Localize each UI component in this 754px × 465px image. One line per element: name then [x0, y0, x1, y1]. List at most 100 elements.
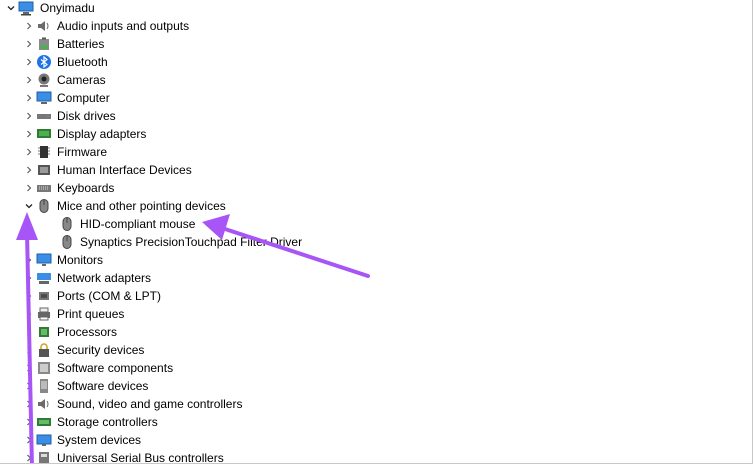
annotation-arrowhead-expand [16, 212, 38, 240]
tree-item-software-components[interactable]: Software components [22, 359, 173, 377]
tree-item-label: Mice and other pointing devices [57, 199, 226, 213]
tree-item-label: Batteries [57, 37, 105, 51]
tree-item-network-adapters[interactable]: Network adapters [22, 269, 151, 287]
tree-item-label: Print queues [57, 307, 125, 321]
tree-item-synaptics-precisiontouchpad-filter-driver[interactable]: Synaptics PrecisionTouchpad Filter Drive… [59, 233, 302, 251]
processor-icon [39, 327, 49, 337]
computer-icon [36, 91, 52, 104]
tree-item-label: Computer [57, 91, 110, 105]
chevron-right-icon[interactable] [22, 413, 36, 431]
chevron-right-icon[interactable] [22, 377, 36, 395]
chevron-right-icon[interactable] [22, 251, 36, 269]
tree-item-label: Bluetooth [57, 55, 108, 69]
software-component-icon [38, 362, 50, 374]
tree-item-label: Network adapters [57, 271, 152, 285]
printer-icon [38, 307, 50, 321]
tree-item-label: Cameras [57, 73, 106, 87]
tree-item-label: Software devices [57, 379, 149, 393]
tree-item-batteries[interactable]: Batteries [22, 35, 104, 53]
tree-item-label: Audio inputs and outputs [57, 19, 190, 33]
storage-controller-icon [37, 418, 51, 426]
display-adapter-icon [37, 129, 51, 138]
tree-item-firmware[interactable]: Firmware [22, 143, 107, 161]
chevron-right-icon[interactable] [22, 71, 36, 89]
tree-item-audio-inputs-and-outputs[interactable]: Audio inputs and outputs [22, 17, 189, 35]
tree-item-security-devices[interactable]: Security devices [22, 341, 144, 359]
tree-item-computer[interactable]: Computer [22, 89, 110, 107]
tree-item-label: Ports (COM & LPT) [57, 289, 162, 303]
chevron-right-icon[interactable] [22, 53, 36, 71]
mouse-icon [62, 217, 72, 231]
system-device-icon [36, 434, 52, 446]
tree-item-label: Storage controllers [57, 415, 158, 429]
port-icon [39, 292, 49, 300]
tree-item-hid-compliant-mouse[interactable]: HID-compliant mouse [59, 215, 195, 233]
tree-item-bluetooth[interactable]: Bluetooth [22, 53, 108, 71]
tree-item-label: Synaptics PrecisionTouchpad Filter Drive… [80, 235, 303, 249]
chevron-right-icon[interactable] [22, 323, 36, 341]
tree-item-disk-drives[interactable]: Disk drives [22, 107, 116, 125]
chevron-right-icon[interactable] [22, 359, 36, 377]
chevron-right-icon[interactable] [22, 305, 36, 323]
chevron-right-icon[interactable] [22, 17, 36, 35]
tree-item-monitors[interactable]: Monitors [22, 251, 103, 269]
tree-item-sound-video-and-game-controllers[interactable]: Sound, video and game controllers [22, 395, 242, 413]
chevron-right-icon[interactable] [22, 35, 36, 53]
tree-item-human-interface-devices[interactable]: Human Interface Devices [22, 161, 192, 179]
usb-controller-icon [39, 452, 49, 463]
tree-item-label: Display adapters [57, 127, 147, 141]
security-device-icon [39, 343, 49, 357]
computer-root-icon [18, 1, 34, 16]
chevron-right-icon[interactable] [22, 143, 36, 161]
tree-item-label: Onyimadu [40, 1, 95, 15]
tree-root-onyimadu[interactable]: Onyimadu [4, 0, 95, 17]
mouse-icon [62, 235, 72, 249]
tree-item-keyboards[interactable]: Keyboards [22, 179, 114, 197]
chevron-right-icon[interactable] [22, 107, 36, 125]
monitor-icon [36, 253, 52, 266]
tree-item-label: Software components [57, 361, 174, 375]
tree-item-universal-serial-bus-controllers[interactable]: Universal Serial Bus controllers [22, 449, 224, 464]
chevron-right-icon[interactable] [22, 395, 36, 413]
tree-item-storage-controllers[interactable]: Storage controllers [22, 413, 158, 431]
network-adapter-icon [37, 273, 51, 284]
camera-icon [38, 73, 50, 87]
tree-item-display-adapters[interactable]: Display adapters [22, 125, 146, 143]
tree-item-label: Universal Serial Bus controllers [57, 451, 224, 464]
software-device-icon [40, 379, 48, 393]
chevron-right-icon[interactable] [22, 179, 36, 197]
bluetooth-icon [37, 55, 51, 69]
tree-item-mice-and-other-pointing-devices[interactable]: Mice and other pointing devices [22, 197, 226, 215]
chevron-down-icon[interactable] [4, 0, 18, 17]
tree-item-ports-com-lpt[interactable]: Ports (COM & LPT) [22, 287, 161, 305]
tree-item-print-queues[interactable]: Print queues [22, 305, 124, 323]
chevron-down-icon[interactable] [22, 197, 36, 215]
chevron-right-icon[interactable] [22, 449, 36, 463]
sound-controller-icon [38, 399, 49, 409]
device-manager-tree-panel: Onyimadu Audio inputs and outputs Batterie… [0, 0, 753, 464]
chevron-right-icon[interactable] [22, 431, 36, 449]
firmware-chip-icon [38, 146, 50, 158]
hid-icon [38, 165, 50, 175]
tree-item-software-devices[interactable]: Software devices [22, 377, 148, 395]
chevron-right-icon[interactable] [22, 89, 36, 107]
chevron-right-icon[interactable] [22, 161, 36, 179]
chevron-right-icon[interactable] [22, 341, 36, 359]
tree-item-label: Disk drives [57, 109, 116, 123]
battery-icon [39, 37, 49, 50]
tree-item-label: Monitors [57, 253, 104, 267]
tree-item-label: Security devices [57, 343, 145, 357]
tree-item-label: Human Interface Devices [57, 163, 192, 177]
tree-item-label: Sound, video and game controllers [57, 397, 243, 411]
tree-item-cameras[interactable]: Cameras [22, 71, 106, 89]
tree-item-label: Processors [57, 325, 118, 339]
tree-item-processors[interactable]: Processors [22, 323, 117, 341]
chevron-right-icon[interactable] [22, 125, 36, 143]
keyboard-icon [37, 185, 51, 192]
chevron-right-icon[interactable] [22, 269, 36, 287]
tree-item-system-devices[interactable]: System devices [22, 431, 141, 449]
chevron-right-icon[interactable] [22, 287, 36, 305]
disk-drive-icon [37, 114, 51, 119]
mouse-icon [39, 199, 49, 213]
tree-item-label: System devices [57, 433, 142, 447]
